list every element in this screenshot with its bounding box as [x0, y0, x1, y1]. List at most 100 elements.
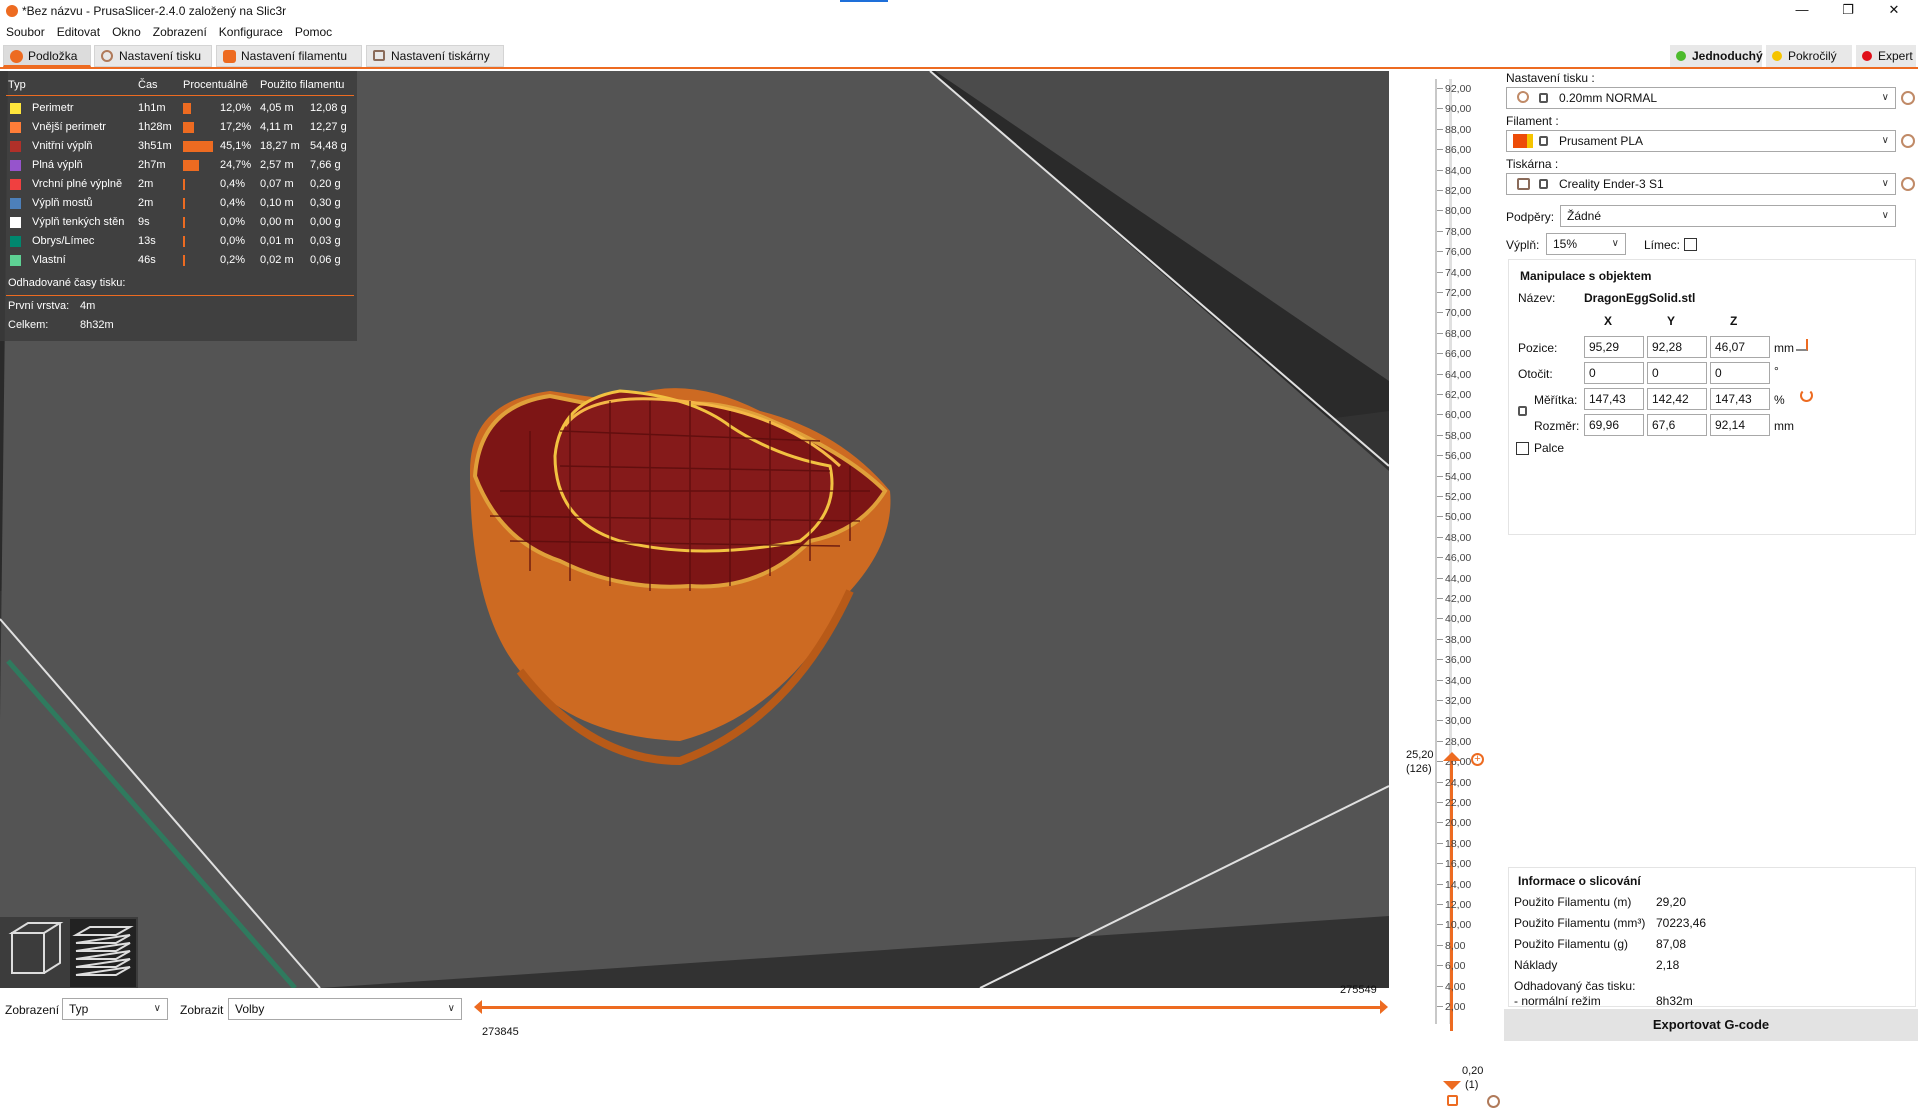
- slider-tick-label: 80,00: [1445, 205, 1472, 218]
- lock-icon: [1539, 179, 1548, 189]
- export-gcode-button[interactable]: Exportovat G-code: [1504, 1009, 1918, 1041]
- gear-icon[interactable]: [1901, 134, 1915, 148]
- tab-printer-settings[interactable]: Nastavení tiskárny: [366, 45, 504, 67]
- legend-name: Výplň mostů: [32, 197, 93, 209]
- mode-expert-button[interactable]: Expert: [1856, 45, 1916, 67]
- slider-tick-mark: [1437, 128, 1443, 130]
- maximize-button[interactable]: ❐: [1826, 0, 1870, 22]
- mode-simple-label: Jednoduchý: [1692, 49, 1763, 63]
- filament-preset-combo[interactable]: Prusament PLA ∨: [1506, 130, 1896, 152]
- h-slider-left-value: 273845: [482, 1026, 519, 1038]
- position-z-field[interactable]: 46,07: [1710, 336, 1770, 358]
- top-thumb-handle[interactable]: [1443, 752, 1461, 761]
- menu-konfigurace[interactable]: Konfigurace: [213, 22, 289, 39]
- legend-len: 0,02 m: [260, 254, 294, 266]
- menu-okno[interactable]: Okno: [106, 22, 147, 39]
- rotation-x-field[interactable]: 0: [1584, 362, 1644, 384]
- legend-len: 0,00 m: [260, 216, 294, 228]
- legend-w: 0,00 g: [310, 216, 341, 228]
- h-slider-right-thumb[interactable]: [1380, 1000, 1388, 1014]
- window-title: *Bez názvu - PrusaSlicer-2.4.0 založený …: [22, 4, 287, 18]
- scale-y-field[interactable]: 142,42: [1647, 388, 1707, 410]
- slider-tick-mark: [1437, 883, 1443, 885]
- view-type-combo[interactable]: Typ ∨: [62, 998, 168, 1020]
- slider-tick-label: 32,00: [1445, 695, 1472, 707]
- top-thumb-layer: (126): [1406, 763, 1432, 775]
- gear-icon[interactable]: [1901, 91, 1915, 105]
- legend-name: Výplň tenkých stěn: [32, 216, 125, 228]
- mode-advanced-label: Pokročilý: [1788, 49, 1837, 63]
- drop-to-bed-icon[interactable]: [1796, 339, 1808, 351]
- menu-pomoc[interactable]: Pomoc: [289, 22, 338, 39]
- reset-scale-icon[interactable]: [1800, 389, 1813, 402]
- inches-checkbox[interactable]: [1516, 442, 1529, 455]
- mode-advanced-dot-icon: [1772, 51, 1782, 61]
- tab-print-settings[interactable]: Nastavení tisku: [94, 45, 212, 67]
- horizontal-move-slider[interactable]: [480, 1006, 1382, 1009]
- h-slider-left-thumb[interactable]: [474, 1000, 482, 1014]
- size-label: Rozměr:: [1534, 419, 1580, 433]
- tab-filament-settings-label: Nastavení filamentu: [241, 49, 348, 63]
- print-settings-label: Nastavení tisku :: [1506, 71, 1595, 85]
- infill-combo[interactable]: 15% ∨: [1546, 233, 1626, 255]
- supports-combo[interactable]: Žádné ∨: [1560, 205, 1896, 227]
- mode-advanced-button[interactable]: Pokročilý: [1766, 45, 1852, 67]
- right-sidebar: Nastavení tisku : 0.20mm NORMAL ∨ Filame…: [1504, 71, 1918, 1041]
- lock-icon[interactable]: [1518, 406, 1527, 416]
- chevron-down-icon: ∨: [153, 1003, 161, 1014]
- menu-soubor[interactable]: Soubor: [0, 22, 51, 39]
- scale-x-field[interactable]: 147,43: [1584, 388, 1644, 410]
- tab-filament-settings[interactable]: Nastavení filamentu: [216, 45, 362, 67]
- gear-icon[interactable]: [1487, 1095, 1500, 1108]
- position-y-field[interactable]: 92,28: [1647, 336, 1707, 358]
- scale-z-field[interactable]: 147,43: [1710, 388, 1770, 410]
- slider-tick-label: 88,00: [1445, 123, 1472, 136]
- add-color-change-icon[interactable]: +: [1471, 753, 1484, 766]
- print-preset-combo[interactable]: 0.20mm NORMAL ∨: [1506, 87, 1896, 109]
- size-y-field[interactable]: 67,6: [1647, 414, 1707, 436]
- menu-zobrazeni[interactable]: Zobrazení: [147, 22, 213, 39]
- mode-simple-button[interactable]: Jednoduchý: [1670, 45, 1763, 67]
- supports-value: Žádné: [1567, 209, 1602, 223]
- bottom-bar: Zobrazení Typ ∨ Zobrazit Volby ∨ 275549 …: [0, 984, 1389, 1041]
- slider-tick-mark: [1437, 332, 1443, 334]
- layer-slider[interactable]: 92,00 90,00 88,00 86,00 84,00 82,00 80,00 78,00…: [1389, 71, 1504, 1108]
- lock-icon[interactable]: [1447, 1095, 1458, 1106]
- bottom-thumb-handle[interactable]: [1443, 1081, 1461, 1090]
- slider-tick-label: 56,00: [1445, 450, 1472, 463]
- rotation-z-field[interactable]: 0: [1710, 362, 1770, 384]
- legend-row: Plná výplň 2h7m 24,7% 2,57 m 7,66 g: [0, 156, 357, 175]
- legend-color-swatch: [10, 255, 21, 266]
- size-x-field[interactable]: 69,96: [1584, 414, 1644, 436]
- rotation-y-field[interactable]: 0: [1647, 362, 1707, 384]
- gear-icon[interactable]: [1901, 177, 1915, 191]
- position-x-field[interactable]: 95,29: [1584, 336, 1644, 358]
- slider-tick-mark: [1437, 740, 1443, 742]
- 3d-view-button[interactable]: [0, 917, 68, 988]
- slider-tick-mark: [1437, 904, 1443, 905]
- legend-row: Vlastní 46s 0,2% 0,02 m 0,06 g: [0, 251, 357, 270]
- brim-checkbox[interactable]: [1684, 238, 1697, 251]
- gear-icon: [1517, 91, 1529, 103]
- printer-preset-combo[interactable]: Creality Ender-3 S1 ∨: [1506, 173, 1896, 195]
- legend-color-swatch: [10, 198, 21, 209]
- minimize-button[interactable]: —: [1780, 0, 1824, 22]
- slider-tick-mark: [1437, 475, 1443, 477]
- close-button[interactable]: ✕: [1872, 0, 1916, 22]
- menu-editovat[interactable]: Editovat: [51, 22, 106, 39]
- slice-info-value: 29,20: [1656, 895, 1687, 909]
- mode-expert-label: Expert: [1878, 49, 1913, 63]
- show-options-combo[interactable]: Volby ∨: [228, 998, 462, 1020]
- legend-row: Výplň mostů 2m 0,4% 0,10 m 0,30 g: [0, 194, 357, 213]
- legend-percent-bar: [183, 122, 195, 133]
- slider-tick-label: 66,00: [1445, 348, 1472, 361]
- slider-tick-label: 42,00: [1445, 593, 1472, 605]
- slice-info-label: - normální režim: [1514, 994, 1601, 1008]
- size-z-field[interactable]: 92,14: [1710, 414, 1770, 436]
- legend-w: 0,30 g: [310, 197, 341, 209]
- legend-w: 12,08 g: [310, 102, 347, 114]
- slider-tick-label: 86,00: [1445, 144, 1472, 157]
- tab-plater[interactable]: Podložka: [3, 45, 91, 67]
- view-type-label: Zobrazení: [5, 1003, 60, 1017]
- layers-view-button[interactable]: [70, 919, 136, 987]
